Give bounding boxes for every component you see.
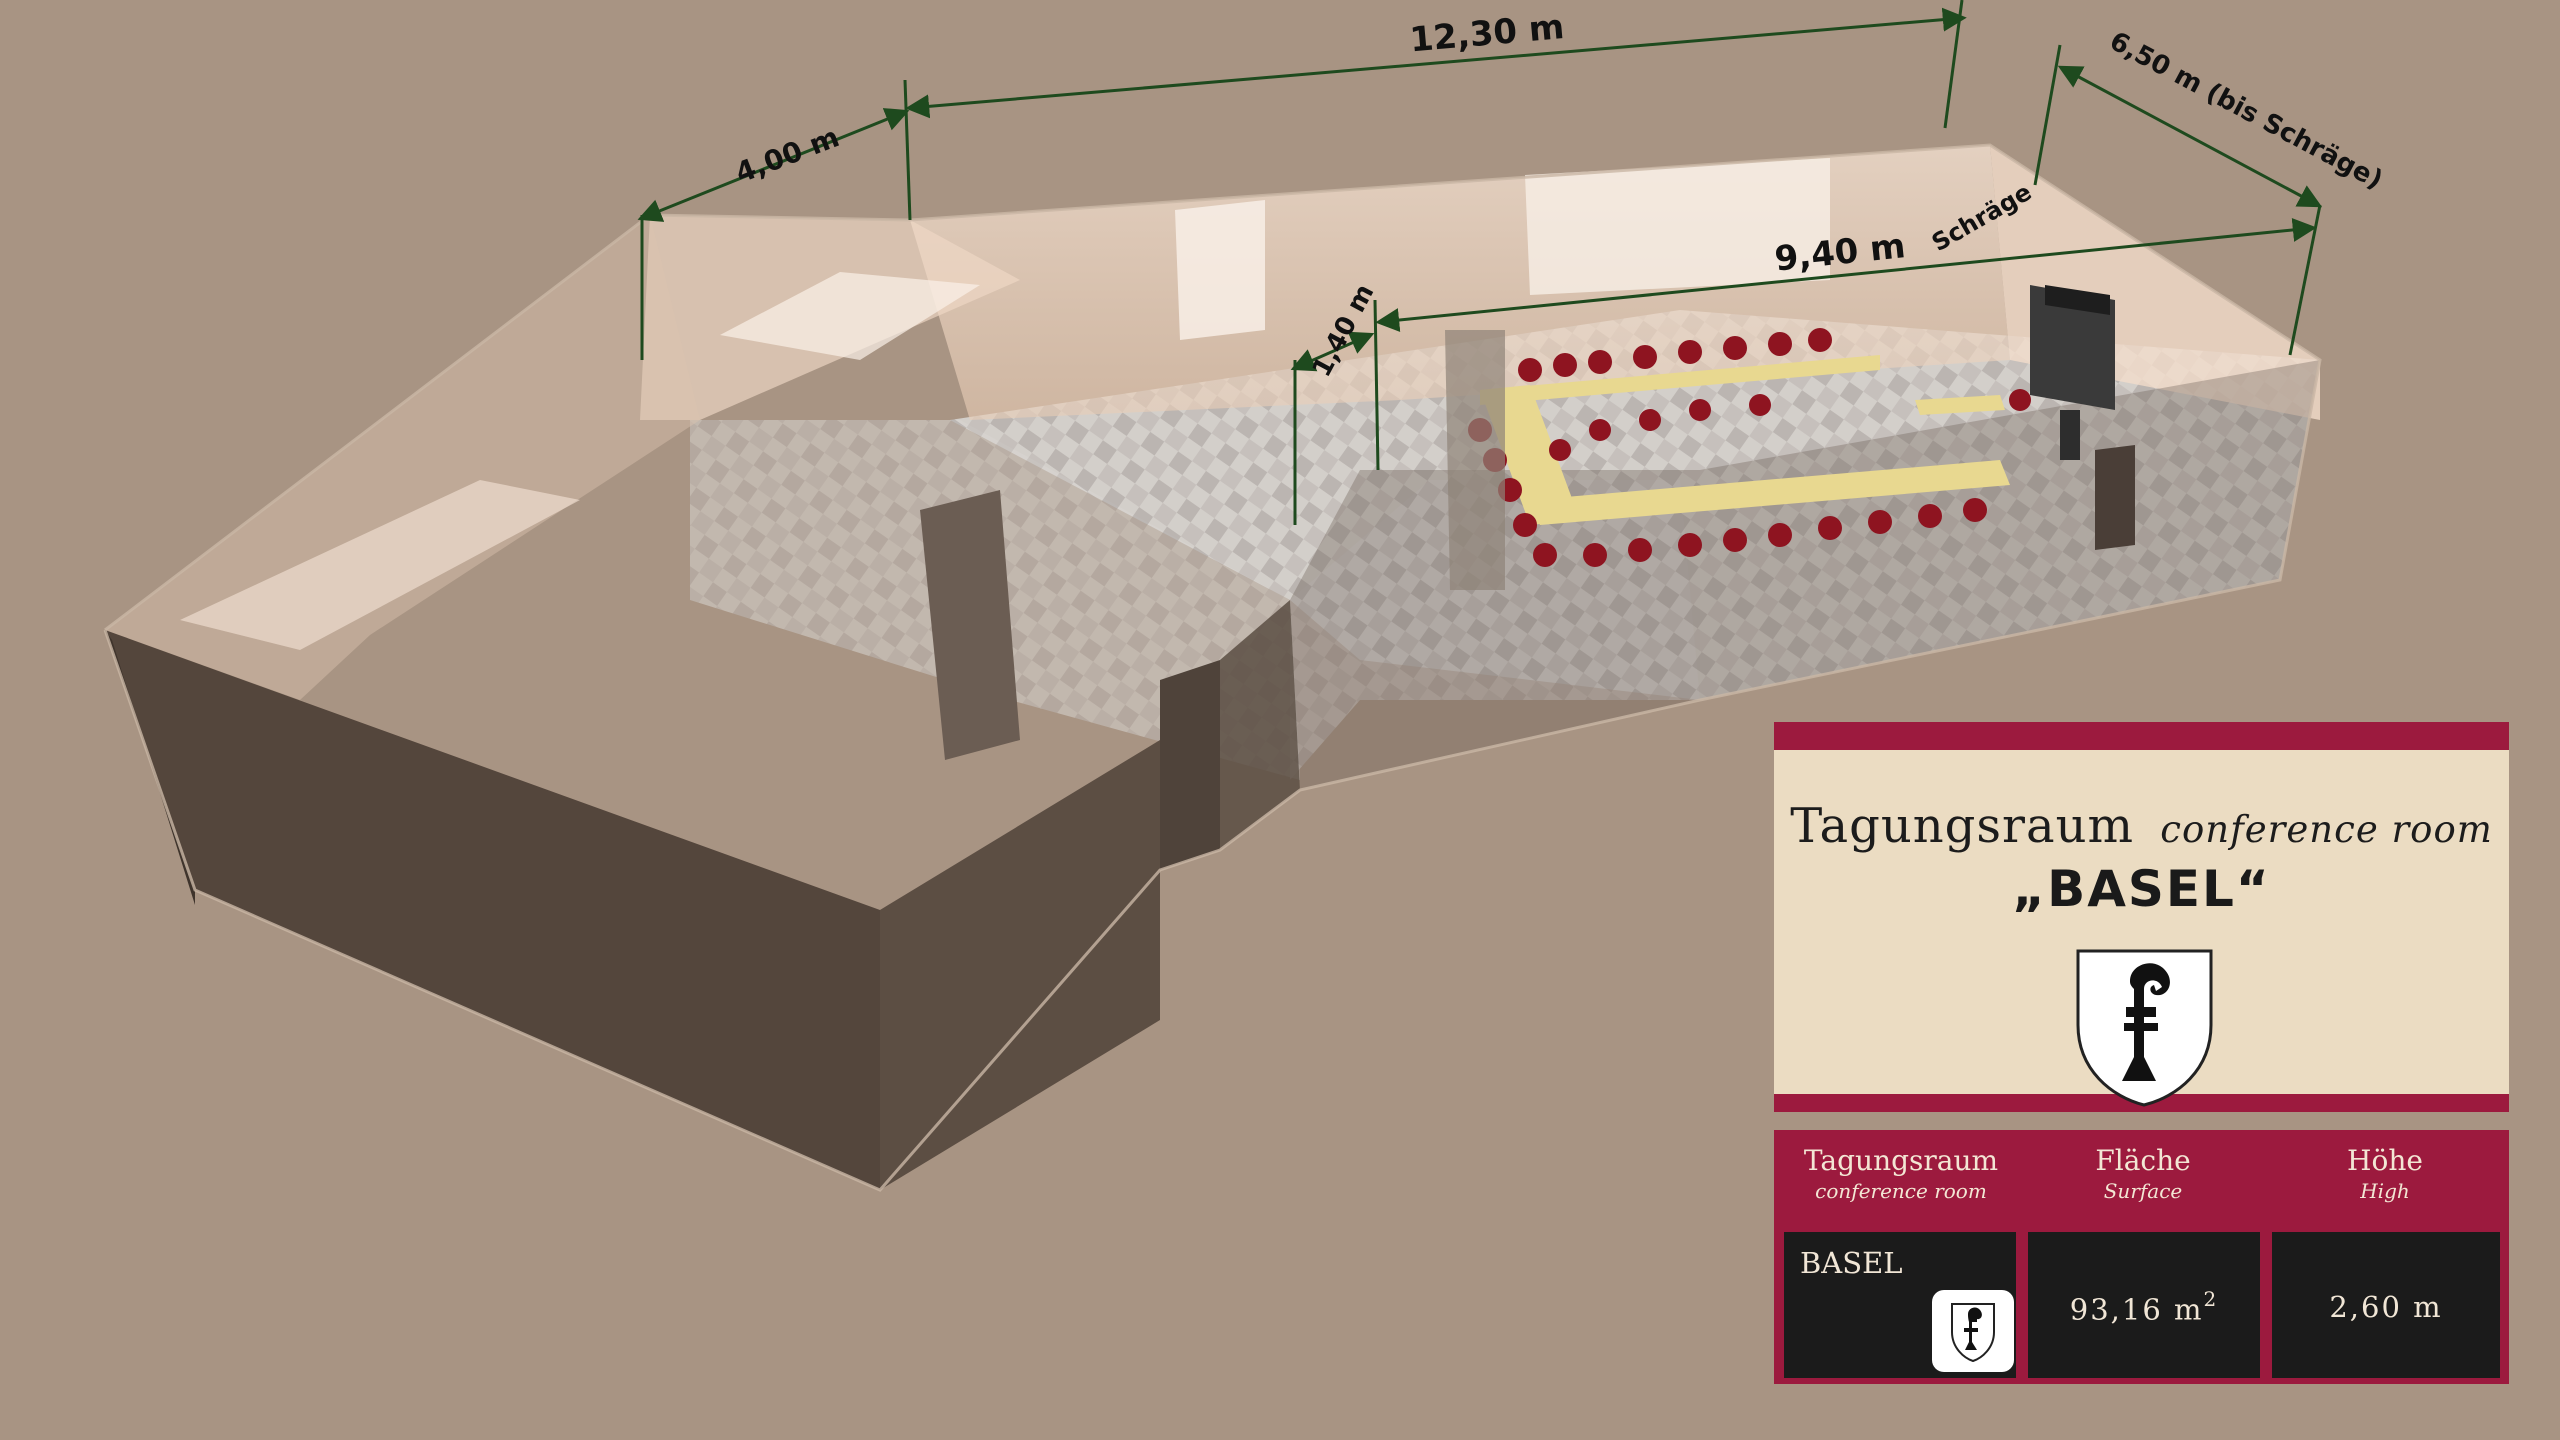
dimension-width-left: 4,00 m [731, 120, 844, 190]
left-front-wall [880, 740, 1160, 1190]
lectern [2095, 445, 2135, 550]
window-1 [1175, 200, 1265, 340]
door-jamb [1160, 660, 1220, 870]
basel-crest-small-icon [1932, 1290, 2014, 1372]
dimension-width-right: 6,50 m (bis Schräge) [2105, 26, 2388, 195]
cell-room-name: BASEL [1784, 1232, 2016, 1378]
room-info-table: Tagungsraum conference room Fläche Surfa… [1774, 1130, 2509, 1384]
header-surface: Fläche Surface [2095, 1144, 2191, 1203]
left-outer-wall [105, 630, 880, 1190]
card-title: Tagungsraum conference room [1774, 798, 2509, 854]
screen-stand [2060, 410, 2080, 460]
cell-height: 2,60 m [2272, 1232, 2500, 1378]
cabinet [1445, 330, 1505, 590]
room-name-cell-text: BASEL [1800, 1246, 1903, 1280]
room-name: „BASEL“ [2012, 860, 2271, 918]
card-title-en: conference room [2160, 808, 2493, 851]
header-room: Tagungsraum conference room [1803, 1144, 1999, 1203]
left-annex-top [105, 215, 700, 700]
cell-surface: 93,16 m2 [2028, 1232, 2260, 1378]
card-title-de: Tagungsraum [1790, 798, 2134, 854]
basel-crest-icon [2076, 949, 2213, 1107]
height-value: 2,60 m [2329, 1290, 2443, 1324]
surface-value: 93,16 m2 [2069, 1287, 2219, 1327]
header-height: Höhe High [2347, 1144, 2423, 1203]
room-info-card: Tagungsraum conference room „BASEL“ [1774, 722, 2509, 1112]
